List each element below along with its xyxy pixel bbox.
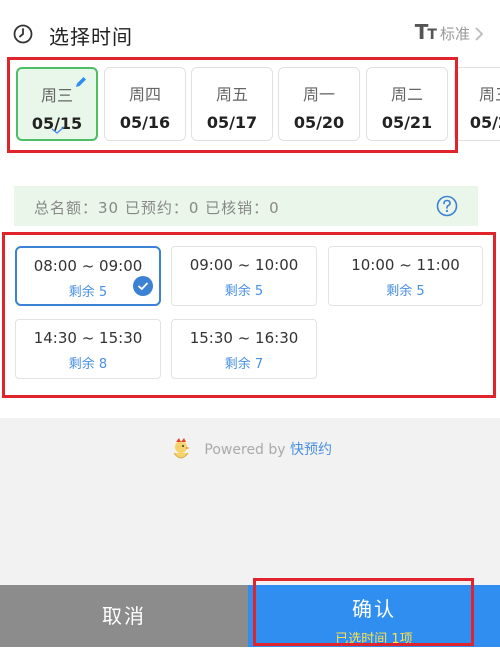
time-slot-3[interactable]: 14:30 ~ 15:30 剩余 8: [15, 319, 161, 379]
date-card-3[interactable]: 周一 05/20: [278, 67, 360, 141]
slot-remaining: 剩余 8: [68, 357, 108, 372]
slot-time: 10:00 ~ 11:00: [351, 256, 460, 274]
mascot-logo-icon: [173, 438, 190, 459]
date-value: 05/22: [469, 113, 500, 132]
slot-time: 09:00 ~ 10:00: [189, 256, 299, 274]
check-circle-icon: [133, 276, 153, 296]
date-card-4[interactable]: 周二 05/21: [366, 67, 448, 141]
powered-prefix: Powered by: [204, 442, 286, 458]
powered-brand-link[interactable]: 快预约: [290, 442, 332, 458]
page-title: 选择时间: [49, 25, 133, 49]
pencil-icon: [76, 77, 86, 87]
confirm-label: 确认: [352, 597, 396, 621]
date-value: 05/20: [293, 113, 345, 132]
selected-count-label: 已选时间 1项: [335, 632, 413, 647]
date-card-2[interactable]: 周五 05/17: [191, 67, 273, 141]
slot-time: 14:30 ~ 15:30: [33, 329, 143, 347]
time-slot-1[interactable]: 09:00 ~ 10:00 剩余 5: [171, 246, 317, 306]
main-content: 总名额：30 已预约：0 已核销：0 08:00 ~ 09:00 剩余 5 09…: [0, 160, 500, 585]
powered-by: Powered by 快预约: [0, 437, 500, 463]
slot-remaining: 剩余 5: [386, 284, 425, 299]
slot-remaining: 剩余 5: [224, 284, 264, 299]
bottom-safe-area: [0, 647, 500, 661]
time-slot-2[interactable]: 10:00 ~ 11:00 剩余 5: [328, 246, 483, 306]
slot-remaining: 剩余 7: [224, 357, 264, 372]
date-weekday: 周三: [478, 85, 500, 104]
date-card-5[interactable]: 周三 05/22: [454, 67, 500, 141]
date-weekday: 周一: [302, 85, 335, 104]
date-card-1[interactable]: 周四 05/16: [104, 67, 186, 141]
date-weekday: 周二: [390, 85, 423, 104]
slot-panel: 总名额：30 已预约：0 已核销：0 08:00 ~ 09:00 剩余 5 09…: [0, 160, 500, 418]
time-slot-0[interactable]: 08:00 ~ 09:00 剩余 5: [15, 246, 161, 306]
check-icon: [51, 126, 65, 134]
tt-icon: TT: [414, 20, 437, 44]
font-size-toggle[interactable]: TT 标准: [415, 22, 484, 45]
date-strip: 周三 05/15 周四 05/16 周五 05/17 周一 05/20 周二 0…: [0, 62, 500, 160]
quota-text: 总名额：30 已预约：0 已核销：0: [34, 199, 280, 217]
clock-icon: [13, 24, 33, 44]
help-icon[interactable]: [436, 195, 458, 217]
font-size-label: 标准: [439, 25, 470, 43]
quota-bar: 总名额：30 已预约：0 已核销：0: [14, 186, 478, 226]
date-weekday: 周五: [215, 85, 248, 104]
date-weekday: 周四: [128, 85, 161, 104]
header: 选择时间 TT 标准: [0, 0, 500, 62]
slot-time: 08:00 ~ 09:00: [33, 257, 143, 275]
time-slot-4[interactable]: 15:30 ~ 16:30 剩余 7: [171, 319, 317, 379]
date-value: 05/17: [206, 113, 258, 132]
date-value: 05/21: [381, 113, 433, 132]
date-card-0[interactable]: 周三 05/15: [16, 67, 98, 141]
slot-time: 15:30 ~ 16:30: [189, 329, 299, 347]
date-value: 05/16: [119, 113, 171, 132]
chevron-right-icon: [475, 26, 484, 41]
